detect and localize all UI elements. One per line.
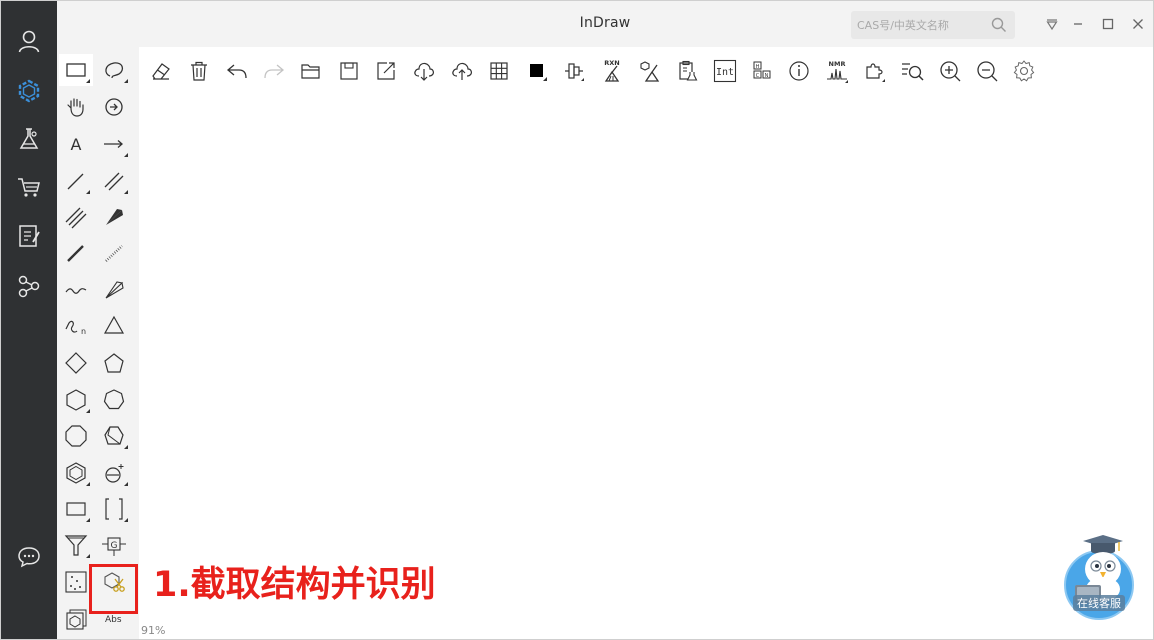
redo-icon[interactable] <box>259 56 289 86</box>
dot-matrix-tool[interactable] <box>59 566 93 598</box>
search-input[interactable] <box>857 15 983 35</box>
app-window: InDraw A <box>0 0 1154 640</box>
settings-icon[interactable] <box>1009 56 1039 86</box>
color-fill-icon[interactable] <box>522 56 552 86</box>
triple-bond-tool[interactable] <box>59 201 93 233</box>
svg-text:C: C <box>756 73 760 79</box>
cycloheptane-tool[interactable] <box>97 384 131 416</box>
cloud-download-icon[interactable] <box>409 56 439 86</box>
nmr-label: NMR <box>829 60 846 68</box>
funnel-tool[interactable] <box>59 529 93 561</box>
cyclopentane-tool[interactable] <box>97 347 131 379</box>
cyclohexane-tool[interactable] <box>59 384 93 416</box>
info-icon[interactable] <box>784 56 814 86</box>
highlight-box <box>89 564 138 614</box>
help-widget[interactable]: 在线客服 <box>1061 533 1137 621</box>
rxn-label: RXN <box>604 59 619 67</box>
clipboard-flask-icon[interactable] <box>672 56 702 86</box>
structure-clean-icon[interactable] <box>635 56 665 86</box>
element-table-icon[interactable]: HCN <box>747 56 777 86</box>
search-icon[interactable] <box>991 17 1007 33</box>
minimize-icon[interactable] <box>1069 15 1087 33</box>
eraser-icon[interactable] <box>146 56 176 86</box>
reaction-clean-icon[interactable]: RXN <box>597 56 627 86</box>
search-structure-icon[interactable] <box>897 56 927 86</box>
svg-text:H: H <box>756 64 760 70</box>
chat-icon[interactable] <box>1 537 57 577</box>
maximize-icon[interactable] <box>1099 15 1117 33</box>
annotation-text: 1.截取结构并识别 <box>153 565 436 605</box>
rotate-tool[interactable] <box>97 91 131 123</box>
cyclopropane-tool[interactable] <box>97 310 131 342</box>
search-box[interactable] <box>851 11 1015 39</box>
save-icon[interactable] <box>334 56 364 86</box>
open-folder-icon[interactable] <box>296 56 326 86</box>
zoom-level: 91% <box>141 624 166 637</box>
int-icon[interactable]: Int <box>710 56 740 86</box>
chair-tool[interactable] <box>97 420 131 452</box>
help-label[interactable]: 在线客服 <box>1073 595 1125 611</box>
rectangle-shape-tool[interactable] <box>59 493 93 525</box>
menu-dropdown-icon[interactable] <box>1043 15 1061 33</box>
trash-icon[interactable] <box>184 56 214 86</box>
lab-flask-icon[interactable] <box>1 119 57 159</box>
svg-text:N: N <box>765 73 769 79</box>
cyclooctane-tool[interactable] <box>59 420 93 452</box>
zoom-in-icon[interactable] <box>935 56 965 86</box>
user-icon[interactable] <box>1 21 57 61</box>
single-bond-tool[interactable] <box>59 165 93 197</box>
abs-label[interactable]: Abs <box>105 615 122 625</box>
zoom-out-icon[interactable] <box>972 56 1002 86</box>
cyclobutane-tool[interactable] <box>59 347 93 379</box>
arrow-tool[interactable] <box>97 128 131 160</box>
title-bar: InDraw <box>57 1 1153 47</box>
group-tool[interactable]: G <box>97 529 131 561</box>
benzene-tool[interactable] <box>59 457 93 489</box>
hashed-bond-tool[interactable] <box>97 237 131 269</box>
plugin-icon[interactable] <box>860 56 890 86</box>
drawing-canvas[interactable] <box>139 47 1153 639</box>
charge-tool[interactable] <box>97 457 131 489</box>
int-label: Int <box>716 67 734 78</box>
lasso-tool[interactable] <box>97 54 131 86</box>
molecule-icon[interactable] <box>1 71 57 111</box>
export-icon[interactable] <box>371 56 401 86</box>
bracket-tool[interactable] <box>97 493 131 525</box>
notes-icon[interactable] <box>1 216 57 256</box>
selection-rect-tool[interactable] <box>59 54 93 86</box>
chain-tool[interactable]: n <box>59 310 93 342</box>
undo-icon[interactable] <box>222 56 252 86</box>
nmr-icon[interactable]: NMR <box>822 56 852 86</box>
svg-text:A: A <box>71 135 82 154</box>
shopping-cart-icon[interactable] <box>1 167 57 207</box>
svg-text:n: n <box>81 327 86 336</box>
bold-bond-tool[interactable] <box>59 237 93 269</box>
close-icon[interactable] <box>1129 15 1147 33</box>
cloud-upload-icon[interactable] <box>447 56 477 86</box>
svg-text:G: G <box>111 541 118 551</box>
hollow-wedge-tool[interactable] <box>97 274 131 306</box>
network-icon[interactable] <box>1 266 57 306</box>
left-rail <box>1 1 57 639</box>
wedge-bond-tool[interactable] <box>97 201 131 233</box>
align-icon[interactable] <box>559 56 589 86</box>
grid-table-icon[interactable] <box>484 56 514 86</box>
wavy-bond-tool[interactable] <box>59 274 93 306</box>
text-tool[interactable]: A <box>59 128 93 160</box>
template-tool[interactable] <box>59 604 93 636</box>
double-bond-tool[interactable] <box>97 165 131 197</box>
hand-pan-tool[interactable] <box>59 91 93 123</box>
